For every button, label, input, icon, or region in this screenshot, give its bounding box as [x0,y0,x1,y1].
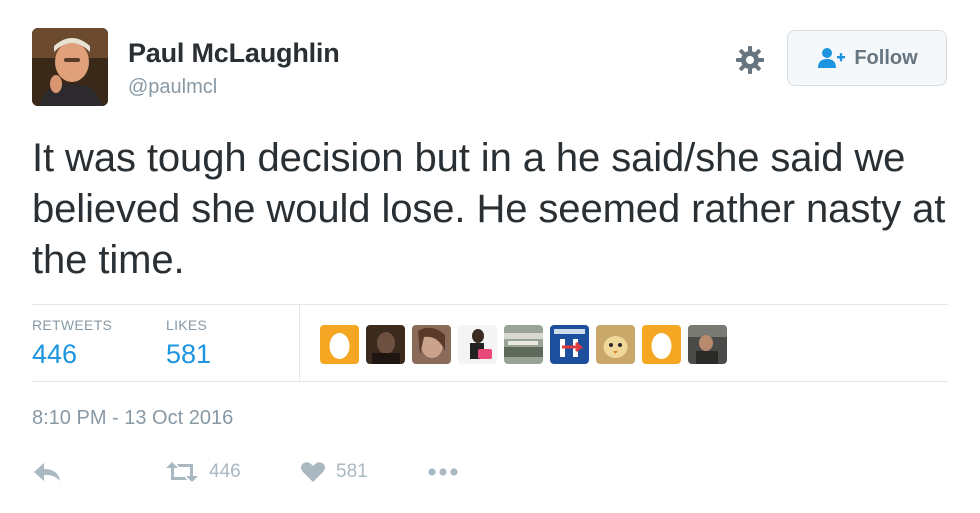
likes-label: LIKES [166,317,208,333]
like-button[interactable]: 581 [300,452,368,492]
like-count: 581 [336,461,368,482]
avatar[interactable] [32,28,108,106]
liker-avatar[interactable] [688,325,727,364]
reply-icon [34,463,60,481]
tweet-card: Paul McLaughlin @paulmcl Follow It was t… [0,0,980,513]
follow-button[interactable]: Follow [787,30,947,86]
liker-avatar[interactable] [642,325,681,364]
tweet-stats: RETWEETS 446 LIKES 581 [32,304,948,382]
retweet-icon [166,462,198,482]
liker-avatar[interactable] [504,325,543,364]
retweets-label: RETWEETS [32,317,113,333]
likes-count: 581 [166,339,212,369]
liker-avatar[interactable] [596,325,635,364]
gear-icon[interactable] [734,44,766,76]
reply-button[interactable] [32,452,62,492]
user-handle[interactable]: @paulmcl [128,76,217,99]
liker-avatar[interactable] [366,325,405,364]
liker-avatar[interactable] [458,325,497,364]
retweets-stat[interactable]: RETWEETS 446 [32,317,112,370]
tweet-timestamp[interactable]: 8:10 PM - 13 Oct 2016 [32,407,233,430]
heart-icon [301,462,325,482]
more-button[interactable] [427,452,459,492]
retweets-count: 446 [32,339,78,369]
retweet-button[interactable]: 446 [165,452,241,492]
more-icon [428,468,458,476]
follow-button-label: Follow [854,46,918,69]
liker-avatar[interactable] [412,325,451,364]
liker-avatars [320,325,727,364]
liker-avatar[interactable] [550,325,589,364]
stats-divider [299,305,300,382]
tweet-text: It was tough decision but in a he said/s… [32,136,946,282]
liker-avatar[interactable] [320,325,359,364]
tweet-actions: 446 581 [32,452,532,492]
user-name[interactable]: Paul McLaughlin [128,38,340,69]
retweet-count: 446 [209,461,241,482]
add-user-icon [818,48,846,68]
likes-stat[interactable]: LIKES 581 [166,317,211,370]
